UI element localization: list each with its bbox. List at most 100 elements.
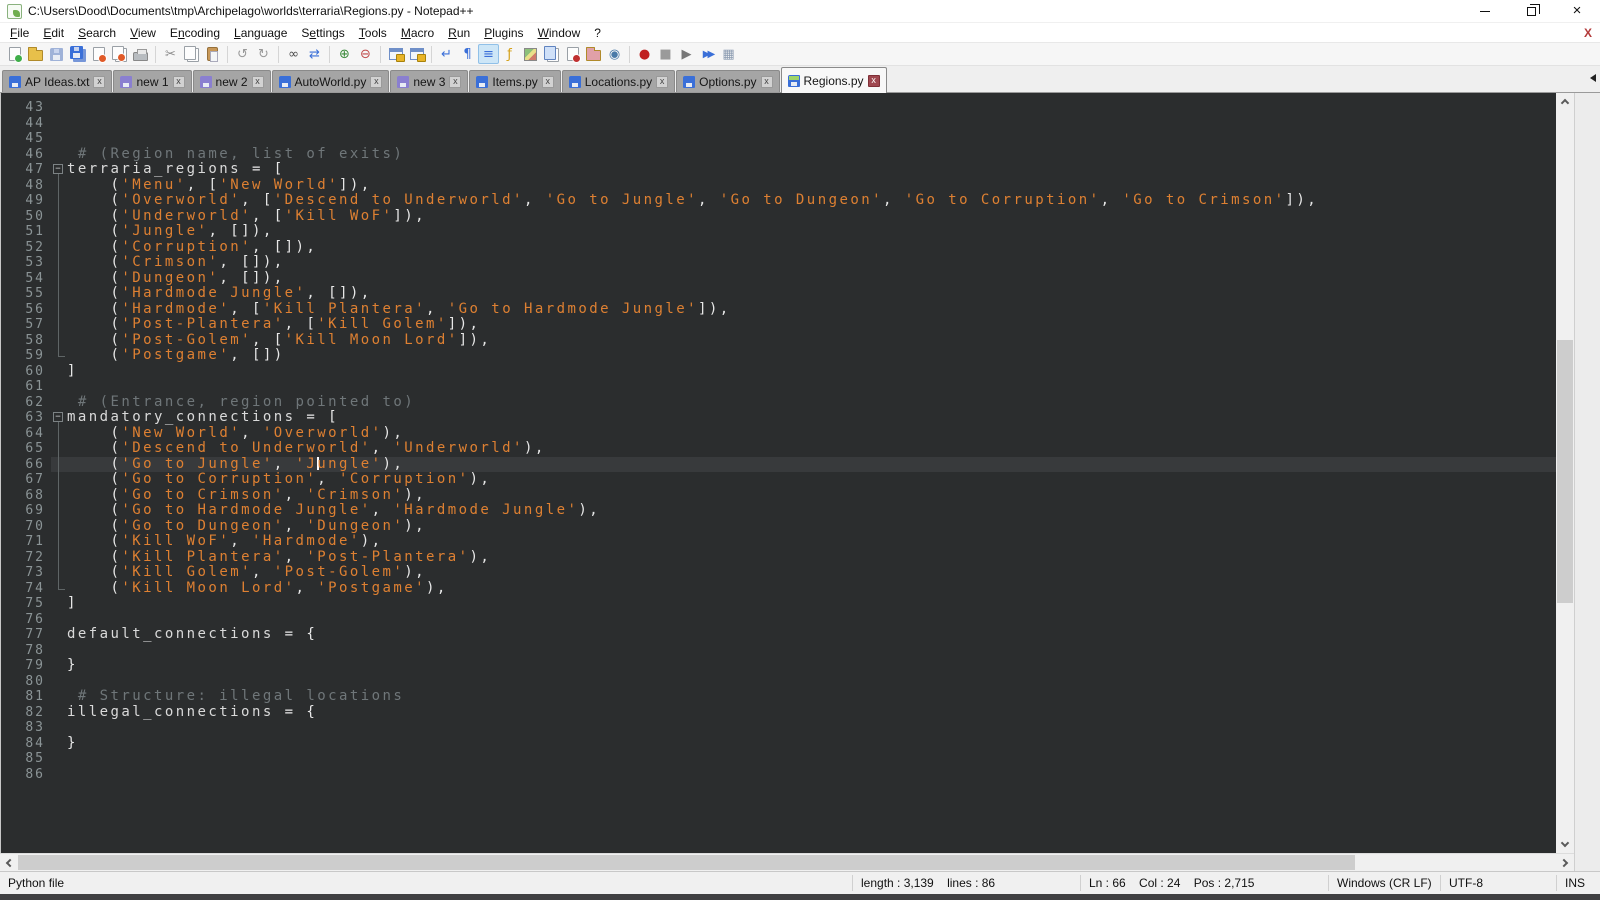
sync-vertical-scroll-button[interactable] [385,44,406,64]
bookmark-margin[interactable] [1,240,11,256]
code-line[interactable]: 78 [1,643,1556,659]
bookmark-margin[interactable] [1,488,11,504]
vertical-scrollbar[interactable] [1556,93,1574,853]
bookmark-margin[interactable] [1,596,11,612]
tab-new-2[interactable]: new 2x [193,70,271,92]
tab-regions-py[interactable]: Regions.pyx [781,67,887,93]
horizontal-scroll-thumb[interactable] [18,855,1355,870]
bookmark-margin[interactable] [1,209,11,225]
code-line[interactable]: 49 ('Overworld', ['Descend to Underworld… [1,193,1556,209]
save-all-button[interactable] [67,44,88,64]
code-line[interactable]: 51 ('Jungle', []), [1,224,1556,240]
menu-item-plugins[interactable]: Plugins [477,24,530,42]
zoom-out-button[interactable]: ⊖ [355,44,376,64]
bookmark-margin[interactable] [1,705,11,721]
code-line[interactable]: 75] [1,596,1556,612]
record-macro-button[interactable]: ● [634,44,655,64]
code-line[interactable]: 85 [1,751,1556,767]
fold-collapse-marker[interactable]: − [51,162,67,178]
status-insert-mode[interactable]: INS [1556,875,1600,891]
menu-item-file[interactable]: File [3,24,36,42]
new-file-button[interactable] [4,44,25,64]
bookmark-margin[interactable] [1,147,11,163]
bookmark-margin[interactable] [1,534,11,550]
code-line[interactable]: 79} [1,658,1556,674]
code-line[interactable]: 53 ('Crimson', []), [1,255,1556,271]
bookmark-margin[interactable] [1,364,11,380]
bookmark-margin[interactable] [1,131,11,147]
bookmark-margin[interactable] [1,720,11,736]
code-line[interactable]: 72 ('Kill Plantera', 'Post-Plantera'), [1,550,1556,566]
show-all-characters-button[interactable]: ¶ [457,44,478,64]
code-line[interactable]: 59 ('Postgame', []) [1,348,1556,364]
paste-button[interactable] [202,44,223,64]
undo-button[interactable]: ↺ [232,44,253,64]
fold-minus-icon[interactable]: − [53,164,63,174]
tab-scroll-left-icon[interactable] [1590,74,1596,82]
open-file-button[interactable] [25,44,46,64]
zoom-in-button[interactable]: ⊕ [334,44,355,64]
tab-close-icon[interactable]: x [542,76,554,88]
find-button[interactable]: ∞ [283,44,304,64]
code-line[interactable]: 84} [1,736,1556,752]
code-line[interactable]: 57 ('Post-Plantera', ['Kill Golem']), [1,317,1556,333]
vertical-scroll-track[interactable] [1556,110,1574,836]
tab-new-3[interactable]: new 3x [390,70,468,92]
run-macro-multiple-button[interactable]: ▶▶ [697,44,718,64]
tab-items-py[interactable]: Items.pyx [469,70,560,92]
bookmark-margin[interactable] [1,612,11,628]
close-file-button[interactable] [88,44,109,64]
folder-as-workspace-button[interactable] [583,44,604,64]
tab-new-1[interactable]: new 1x [113,70,191,92]
menu-item-search[interactable]: Search [71,24,123,42]
bookmark-margin[interactable] [1,689,11,705]
save-macro-button[interactable]: ▦ [718,44,739,64]
code-line[interactable]: 82illegal_connections = { [1,705,1556,721]
code-line[interactable]: 83 [1,720,1556,736]
menu-item-[interactable]: ? [587,24,608,42]
minimize-button[interactable] [1462,0,1508,22]
code-line[interactable]: 61 [1,379,1556,395]
horizontal-scrollbar[interactable] [0,853,1574,871]
stop-recording-button[interactable]: ■ [655,44,676,64]
bookmark-margin[interactable] [1,550,11,566]
code-line[interactable]: 86 [1,767,1556,783]
vertical-scroll-thumb[interactable] [1557,340,1573,603]
code-line[interactable]: 47−terraria_regions = [ [1,162,1556,178]
bookmark-margin[interactable] [1,519,11,535]
status-eol-format[interactable]: Windows (CR LF) [1328,875,1440,891]
bookmark-margin[interactable] [1,503,11,519]
cut-button[interactable]: ✂ [160,44,181,64]
code-line[interactable]: 58 ('Post-Golem', ['Kill Moon Lord']), [1,333,1556,349]
bookmark-margin[interactable] [1,457,11,473]
code-line[interactable]: 81 # Structure: illegal locations [1,689,1556,705]
menu-item-run[interactable]: Run [441,24,477,42]
bookmark-margin[interactable] [1,627,11,643]
bookmark-margin[interactable] [1,178,11,194]
bookmark-margin[interactable] [1,767,11,783]
code-line[interactable]: 65 ('Descend to Underworld', 'Underworld… [1,441,1556,457]
scroll-right-button[interactable] [1557,854,1574,871]
bookmark-margin[interactable] [1,286,11,302]
code-line[interactable]: 46 # (Region name, list of exits) [1,147,1556,163]
scroll-up-button[interactable] [1556,93,1574,110]
code-line-current[interactable]: 66 ('Go to Jungle', 'Jungle'), [1,457,1556,473]
tab-ap-ideas-txt[interactable]: AP Ideas.txtx [2,70,112,92]
code-line[interactable]: 73 ('Kill Golem', 'Post-Golem'), [1,565,1556,581]
code-line[interactable]: 77default_connections = { [1,627,1556,643]
bookmark-margin[interactable] [1,348,11,364]
code-line[interactable]: 62 # (Entrance, region pointed to) [1,395,1556,411]
code-line[interactable]: 80 [1,674,1556,690]
code-line[interactable]: 60] [1,364,1556,380]
redo-button[interactable]: ↻ [253,44,274,64]
bookmark-margin[interactable] [1,193,11,209]
code-line[interactable]: 70 ('Go to Dungeon', 'Dungeon'), [1,519,1556,535]
tab-close-icon[interactable]: x [761,76,773,88]
restore-button[interactable] [1508,0,1554,22]
bookmark-margin[interactable] [1,581,11,597]
menu-item-edit[interactable]: Edit [36,24,71,42]
bookmark-margin[interactable] [1,395,11,411]
tab-locations-py[interactable]: Locations.pyx [562,70,675,92]
code-line[interactable]: 67 ('Go to Corruption', 'Corruption'), [1,472,1556,488]
bookmark-margin[interactable] [1,255,11,271]
